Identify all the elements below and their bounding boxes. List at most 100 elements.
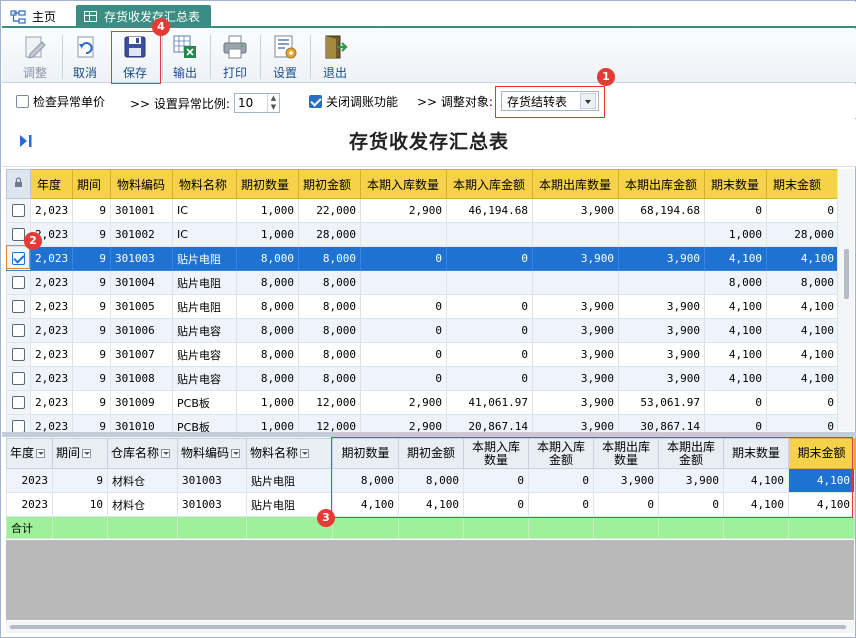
table-cell[interactable]: 301002 (110, 222, 173, 247)
table-cell[interactable]: 0 (446, 294, 533, 319)
table-cell[interactable]: 28,000 (766, 222, 839, 247)
table-cell[interactable]: 0 (360, 342, 447, 367)
table-cell[interactable]: 9 (72, 390, 111, 415)
table-row[interactable]: 2,023 9 301001 IC 1,000 22,000 2,900 46,194.68 3… (6, 198, 839, 223)
table-cell[interactable]: 301007 (110, 342, 173, 367)
col-header-item-name[interactable]: 物料名称 (172, 169, 237, 199)
table-cell[interactable]: 3,900 (532, 294, 619, 319)
table-row[interactable]: 2,023 9 301009 PCB板 1,000 12,000 2,900 41,061.9… (6, 390, 839, 415)
table-cell[interactable] (532, 222, 619, 247)
table-row[interactable]: 2,023 9 301007 贴片电容 8,000 8,000 0 0 3,900 3,900 4,… (6, 342, 839, 367)
table-cell[interactable]: 2023 (6, 468, 53, 493)
col-header-item-code[interactable]: 物料编码 (110, 169, 173, 199)
table-cell[interactable]: 8,000 (236, 294, 299, 319)
row-checkbox-cell[interactable] (6, 294, 31, 319)
table-cell[interactable]: 3,900 (532, 246, 619, 271)
tab-home[interactable]: 主页 (10, 5, 56, 28)
table-cell[interactable]: PCB板 (172, 390, 237, 415)
col-header-opening-amount[interactable]: 期初金额 (298, 169, 361, 199)
table-cell[interactable]: 3,900 (618, 246, 705, 271)
table-cell[interactable]: 2,023 (30, 366, 73, 391)
spin-arrows-icon[interactable]: ▲ ▼ (266, 94, 279, 112)
table-cell[interactable]: 9 (72, 366, 111, 391)
table-cell[interactable]: 1,000 (236, 222, 299, 247)
filter-icon[interactable] (300, 449, 310, 458)
row-checkbox[interactable] (12, 324, 25, 338)
table-cell[interactable]: 2,023 (30, 246, 73, 271)
table-cell[interactable]: 10 (52, 492, 108, 517)
table-row[interactable]: 2,023 9 301002 IC 1,000 28,000 1,000 28,000 (6, 222, 839, 247)
table-cell[interactable]: 8,000 (298, 294, 361, 319)
table-cell[interactable]: 8,000 (236, 318, 299, 343)
detail-col-item-name[interactable]: 物料名称 (246, 438, 333, 469)
table-cell[interactable]: 8,000 (298, 270, 361, 295)
table-cell[interactable]: 0 (360, 246, 447, 271)
table-cell[interactable]: 0 (704, 390, 767, 415)
check-abnormal-price-option[interactable]: 检查异常单价 (16, 93, 105, 110)
table-cell[interactable]: 3,900 (618, 342, 705, 367)
row-checkbox-cell[interactable] (6, 366, 31, 391)
close-adjust-checkbox[interactable] (309, 95, 322, 108)
table-cell[interactable]: 材料仓 (107, 492, 178, 517)
table-cell[interactable]: 2,023 (30, 198, 73, 223)
table-cell[interactable]: 8,000 (766, 270, 839, 295)
table-cell[interactable]: 2,023 (30, 318, 73, 343)
cancel-button[interactable]: 取消 (60, 31, 110, 81)
export-button[interactable]: 输出 (160, 31, 210, 81)
table-cell[interactable] (446, 270, 533, 295)
col-header-year[interactable]: 年度 (30, 169, 73, 199)
table-cell[interactable] (446, 222, 533, 247)
filter-icon[interactable] (161, 449, 171, 458)
filter-icon[interactable] (36, 449, 46, 458)
table-cell[interactable]: 8,000 (236, 366, 299, 391)
table-cell[interactable]: 3,900 (532, 318, 619, 343)
table-cell[interactable]: 4,100 (704, 318, 767, 343)
table-cell[interactable]: 1,000 (236, 198, 299, 223)
horizontal-scrollbar[interactable] (6, 621, 854, 633)
detail-col-warehouse[interactable]: 仓库名称 (107, 438, 178, 469)
table-cell[interactable]: 9 (72, 198, 111, 223)
table-cell[interactable]: 12,000 (298, 390, 361, 415)
table-cell[interactable]: 贴片电容 (172, 318, 237, 343)
table-cell[interactable]: 0 (446, 342, 533, 367)
col-header-out-amount[interactable]: 本期出库金额 (618, 169, 705, 199)
table-cell[interactable]: 0 (446, 366, 533, 391)
detail-col-period[interactable]: 期间 (52, 438, 108, 469)
table-cell[interactable]: 28,000 (298, 222, 361, 247)
table-cell[interactable]: 301006 (110, 318, 173, 343)
table-cell[interactable]: 0 (360, 294, 447, 319)
table-cell[interactable]: 贴片电阻 (172, 270, 237, 295)
row-checkbox-cell[interactable] (6, 318, 31, 343)
table-cell[interactable] (532, 270, 619, 295)
row-checkbox[interactable] (12, 396, 25, 410)
table-cell[interactable]: 0 (766, 390, 839, 415)
col-header-in-amount[interactable]: 本期入库金额 (446, 169, 533, 199)
scrollbar-thumb[interactable] (844, 249, 849, 299)
table-cell[interactable]: 9 (72, 342, 111, 367)
table-cell[interactable]: 4,100 (704, 294, 767, 319)
table-cell[interactable]: 8,000 (298, 246, 361, 271)
table-cell[interactable]: 2023 (6, 492, 53, 517)
table-cell[interactable]: 8,000 (704, 270, 767, 295)
table-cell[interactable]: 8,000 (236, 246, 299, 271)
table-cell[interactable]: 3,900 (618, 318, 705, 343)
row-checkbox-cell[interactable] (6, 198, 31, 223)
table-cell[interactable]: 8,000 (236, 342, 299, 367)
detail-col-item-code[interactable]: 物料编码 (177, 438, 247, 469)
table-cell[interactable]: 8,000 (236, 270, 299, 295)
row-checkbox[interactable] (12, 300, 25, 314)
table-row[interactable]: 2,023 9 301003 贴片电阻 8,000 8,000 0 0 3,900 3,900 4,… (6, 246, 839, 271)
row-checkbox-cell[interactable] (6, 270, 31, 295)
table-cell[interactable]: 22,000 (298, 198, 361, 223)
table-cell[interactable]: 46,194.68 (446, 198, 533, 223)
table-cell[interactable]: 9 (72, 222, 111, 247)
table-cell[interactable]: 0 (704, 198, 767, 223)
table-cell[interactable]: 301009 (110, 390, 173, 415)
table-cell[interactable]: 0 (360, 366, 447, 391)
table-cell[interactable]: 3,900 (532, 366, 619, 391)
table-cell[interactable]: 3,900 (532, 198, 619, 223)
detail-col-year[interactable]: 年度 (6, 438, 53, 469)
table-cell[interactable]: IC (172, 222, 237, 247)
table-cell[interactable] (618, 222, 705, 247)
col-header-closing-amount[interactable]: 期末金额 (766, 169, 839, 199)
